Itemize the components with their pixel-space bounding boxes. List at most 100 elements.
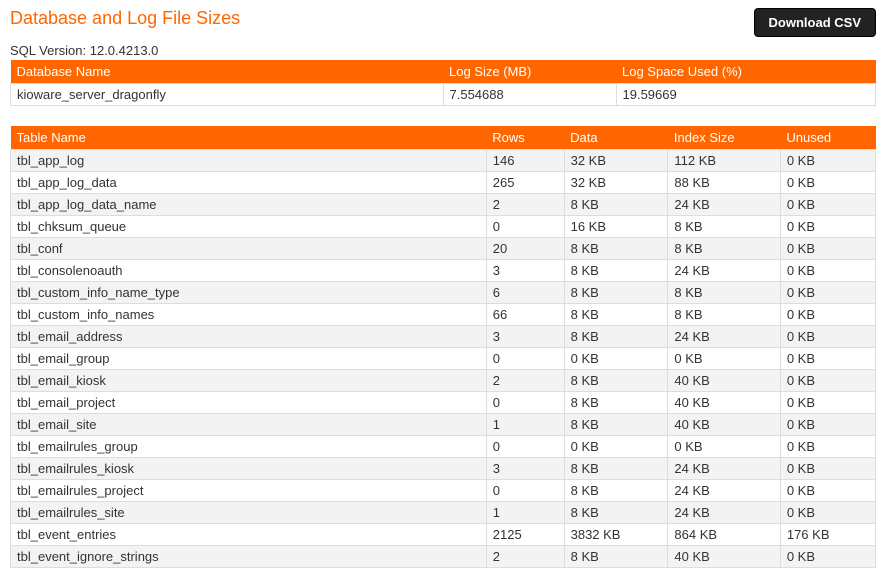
cell: tbl_conf [11, 238, 487, 260]
cell: 40 KB [668, 546, 780, 568]
cell: tbl_app_log [11, 150, 487, 172]
cell: 40 KB [668, 370, 780, 392]
cell: 112 KB [668, 150, 780, 172]
table-row: tbl_app_log_data_name28 KB24 KB0 KB [11, 194, 876, 216]
cell: tbl_email_project [11, 392, 487, 414]
cell: 2125 [486, 524, 564, 546]
cell: 8 KB [668, 282, 780, 304]
cell: 8 KB [668, 238, 780, 260]
cell: 0 KB [780, 260, 875, 282]
cell: 32 KB [564, 172, 668, 194]
cell: tbl_emailrules_group [11, 436, 487, 458]
cell: tbl_app_log_data_name [11, 194, 487, 216]
cell: tbl_emailrules_site [11, 502, 487, 524]
cell: 8 KB [564, 326, 668, 348]
table-row: tbl_email_project08 KB40 KB0 KB [11, 392, 876, 414]
cell: 7.554688 [443, 84, 616, 106]
table-row: tbl_custom_info_names668 KB8 KB0 KB [11, 304, 876, 326]
cell: 6 [486, 282, 564, 304]
cell: 0 KB [780, 348, 875, 370]
tbl-header-unused: Unused [780, 126, 875, 150]
cell: 0 KB [780, 194, 875, 216]
cell: 8 KB [564, 546, 668, 568]
download-csv-button[interactable]: Download CSV [754, 8, 876, 37]
cell: 8 KB [668, 304, 780, 326]
cell: 3 [486, 260, 564, 282]
cell: 0 KB [780, 502, 875, 524]
cell: 0 KB [780, 172, 875, 194]
cell: 8 KB [564, 194, 668, 216]
cell: 24 KB [668, 480, 780, 502]
cell: 8 KB [564, 304, 668, 326]
db-header-logsize: Log Size (MB) [443, 60, 616, 84]
tbl-header-rows: Rows [486, 126, 564, 150]
table-row: tbl_event_ignore_strings28 KB40 KB0 KB [11, 546, 876, 568]
cell: tbl_email_group [11, 348, 487, 370]
table-row: tbl_email_site18 KB40 KB0 KB [11, 414, 876, 436]
tbl-header-name: Table Name [11, 126, 487, 150]
cell: 0 [486, 392, 564, 414]
cell: 40 KB [668, 392, 780, 414]
cell: tbl_consolenoauth [11, 260, 487, 282]
cell: 2 [486, 546, 564, 568]
cell: 3832 KB [564, 524, 668, 546]
table-row: tbl_email_kiosk28 KB40 KB0 KB [11, 370, 876, 392]
cell: 0 KB [780, 238, 875, 260]
table-row: tbl_consolenoauth38 KB24 KB0 KB [11, 260, 876, 282]
table-row: tbl_conf208 KB8 KB0 KB [11, 238, 876, 260]
cell: 0 KB [780, 304, 875, 326]
tables-table: Table Name Rows Data Index Size Unused t… [10, 126, 876, 568]
cell: 0 [486, 436, 564, 458]
cell: 0 KB [564, 348, 668, 370]
cell: 2 [486, 370, 564, 392]
cell: tbl_email_site [11, 414, 487, 436]
tbl-header-data: Data [564, 126, 668, 150]
table-row: tbl_app_log_data26532 KB88 KB0 KB [11, 172, 876, 194]
cell: 0 KB [780, 392, 875, 414]
table-row: tbl_emailrules_group00 KB0 KB0 KB [11, 436, 876, 458]
table-row: tbl_app_log14632 KB112 KB0 KB [11, 150, 876, 172]
cell: 0 KB [668, 436, 780, 458]
cell: 0 [486, 216, 564, 238]
cell: 146 [486, 150, 564, 172]
cell: tbl_emailrules_kiosk [11, 458, 487, 480]
cell: 16 KB [564, 216, 668, 238]
database-table: Database Name Log Size (MB) Log Space Us… [10, 60, 876, 106]
cell: tbl_chksum_queue [11, 216, 487, 238]
cell: 8 KB [564, 414, 668, 436]
table-row: tbl_event_entries21253832 KB864 KB176 KB [11, 524, 876, 546]
cell: 24 KB [668, 326, 780, 348]
db-header-logspace: Log Space Used (%) [616, 60, 876, 84]
cell: 0 KB [780, 480, 875, 502]
cell: 8 KB [564, 392, 668, 414]
cell: 0 KB [780, 216, 875, 238]
cell: 8 KB [564, 238, 668, 260]
cell: 8 KB [564, 260, 668, 282]
table-row: tbl_chksum_queue016 KB8 KB0 KB [11, 216, 876, 238]
cell: 0 KB [780, 458, 875, 480]
table-row: kioware_server_dragonfly7.55468819.59669 [11, 84, 876, 106]
cell: 0 KB [668, 348, 780, 370]
table-row: tbl_emailrules_kiosk38 KB24 KB0 KB [11, 458, 876, 480]
cell: tbl_event_entries [11, 524, 487, 546]
cell: 24 KB [668, 502, 780, 524]
cell: 0 KB [780, 414, 875, 436]
cell: 24 KB [668, 194, 780, 216]
cell: 66 [486, 304, 564, 326]
cell: tbl_email_address [11, 326, 487, 348]
cell: tbl_app_log_data [11, 172, 487, 194]
cell: 8 KB [668, 216, 780, 238]
cell: 20 [486, 238, 564, 260]
cell: 1 [486, 414, 564, 436]
cell: tbl_custom_info_names [11, 304, 487, 326]
cell: 0 [486, 348, 564, 370]
cell: 2 [486, 194, 564, 216]
cell: 8 KB [564, 458, 668, 480]
cell: 0 [486, 480, 564, 502]
cell: 8 KB [564, 370, 668, 392]
cell: tbl_emailrules_project [11, 480, 487, 502]
cell: 40 KB [668, 414, 780, 436]
cell: 0 KB [780, 370, 875, 392]
cell: 265 [486, 172, 564, 194]
table-row: tbl_emailrules_site18 KB24 KB0 KB [11, 502, 876, 524]
